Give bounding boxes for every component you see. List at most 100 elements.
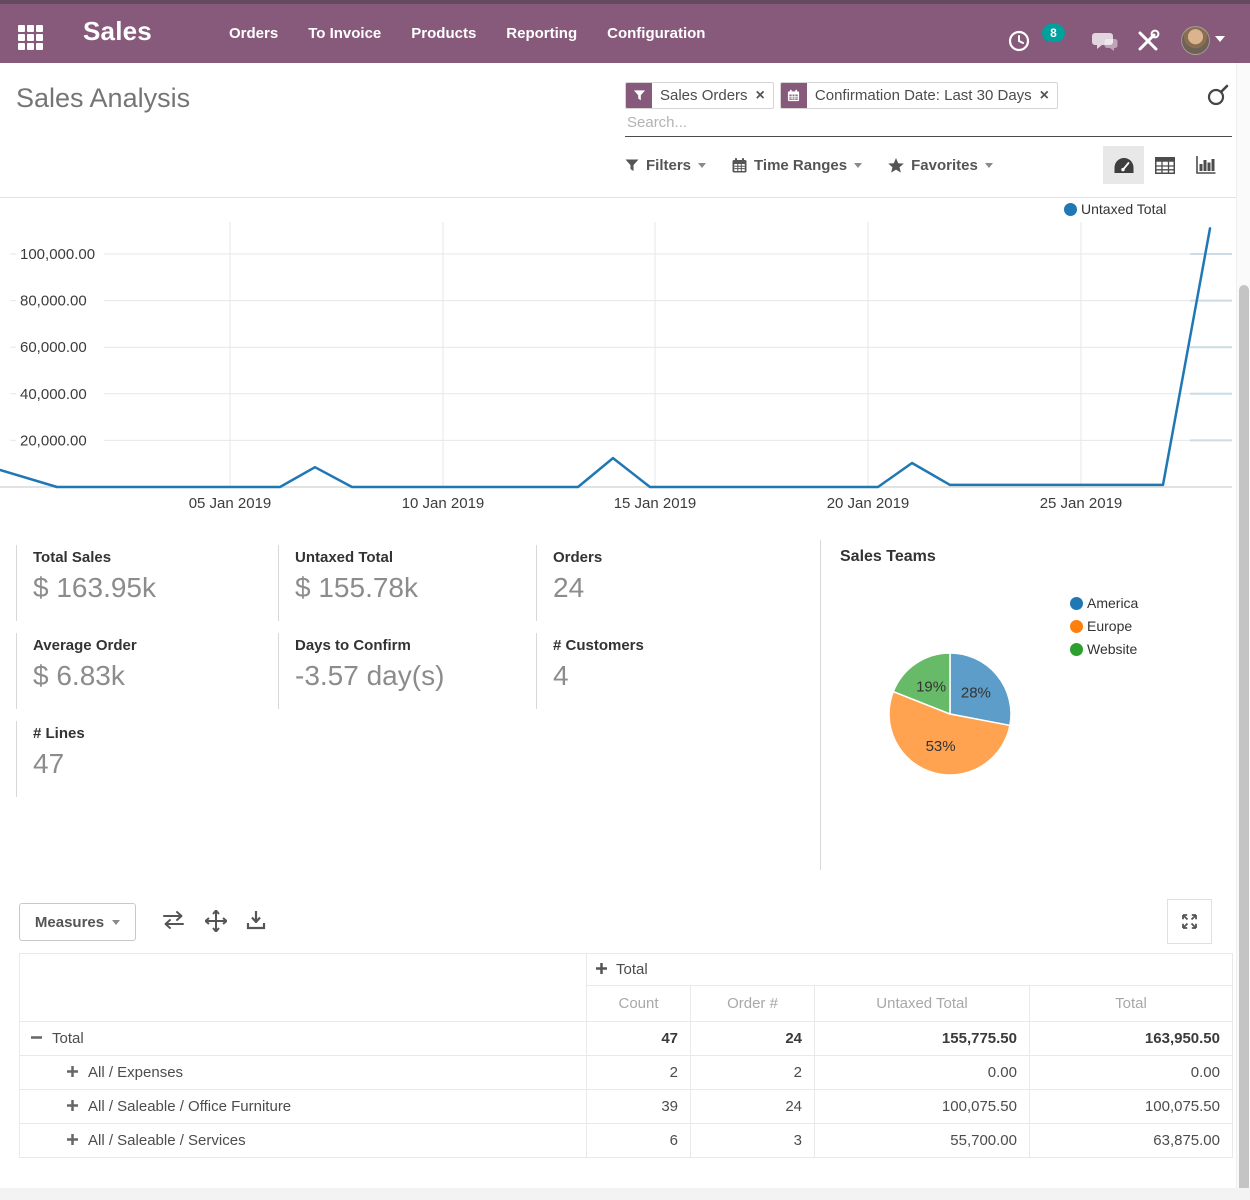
pivot-row-header[interactable]: Total: [20, 1022, 587, 1056]
facet-remove-icon[interactable]: ×: [754, 83, 773, 108]
kpi-label: # Customers: [553, 637, 782, 654]
pivot-row: All / Saleable / Services6355,700.0063,8…: [20, 1124, 1233, 1158]
pivot-cell[interactable]: 100,075.50: [815, 1090, 1030, 1124]
facet-chip[interactable]: Confirmation Date: Last 30 Days×: [780, 82, 1058, 109]
search-underline: [625, 136, 1232, 137]
tools-icon[interactable]: [1136, 29, 1160, 53]
kpi-card--customers[interactable]: # Customers4: [536, 633, 782, 709]
filters-dropdown[interactable]: Filters: [625, 157, 706, 174]
download-icon[interactable]: [246, 910, 266, 930]
pie-slice-label: 53%: [926, 738, 956, 755]
pivot-cell[interactable]: 0.00: [815, 1056, 1030, 1090]
kpi-label: Orders: [553, 549, 782, 566]
column-group-label: Total: [616, 961, 648, 978]
pivot-row-label: All / Expenses: [88, 1064, 183, 1081]
favorites-label: Favorites: [911, 157, 978, 174]
expand-all-icon[interactable]: [205, 910, 227, 932]
svg-text:100,000.00: 100,000.00: [20, 246, 95, 263]
dashboard-icon: [1113, 156, 1135, 175]
favorites-dropdown[interactable]: Favorites: [888, 157, 993, 174]
pivot-row: Total4724155,775.50163,950.50: [20, 1022, 1233, 1056]
expand-plus-icon[interactable]: [66, 1133, 79, 1146]
pivot-row-header[interactable]: All / Expenses: [20, 1056, 587, 1090]
activity-count-badge[interactable]: 8: [1042, 24, 1065, 42]
scrollbar-track[interactable]: [1236, 63, 1250, 1200]
kpi-card--lines[interactable]: # Lines47: [16, 721, 262, 797]
pivot-cell[interactable]: 24: [691, 1022, 815, 1056]
facet-remove-icon[interactable]: ×: [1038, 83, 1057, 108]
chevron-down-icon: [112, 920, 120, 925]
pivot-row-header[interactable]: All / Saleable / Office Furniture: [20, 1090, 587, 1124]
bottom-strip: [0, 1188, 1250, 1200]
kpi-card-average-order[interactable]: Average Order$ 6.83k: [16, 633, 262, 709]
view-button-graph[interactable]: [1185, 146, 1226, 184]
user-menu-caret-icon[interactable]: [1215, 36, 1225, 43]
svg-text:10 Jan 2019: 10 Jan 2019: [402, 495, 485, 512]
pivot-column-header[interactable]: Count: [587, 986, 691, 1022]
kpi-card-days-to-confirm[interactable]: Days to Confirm-3.57 day(s): [278, 633, 524, 709]
view-button-pivot[interactable]: [1144, 146, 1185, 184]
measures-button[interactable]: Measures: [19, 903, 136, 941]
pivot-cell[interactable]: 100,075.50: [1030, 1090, 1233, 1124]
nav-menu-orders[interactable]: Orders: [229, 25, 278, 42]
pie-legend-item-website[interactable]: Website: [1070, 641, 1138, 657]
bar-chart-icon: [1196, 156, 1216, 174]
pivot-cell[interactable]: 155,775.50: [815, 1022, 1030, 1056]
kpi-value: -3.57 day(s): [295, 660, 524, 692]
calendar-icon: [781, 83, 807, 108]
pivot-row-header[interactable]: All / Saleable / Services: [20, 1124, 587, 1158]
view-button-dashboard[interactable]: [1103, 146, 1144, 184]
filter-bar: Filters Time Ranges Favorites: [625, 151, 993, 179]
nav-menu-reporting[interactable]: Reporting: [506, 25, 577, 42]
pie-legend-item-america[interactable]: America: [1070, 595, 1138, 611]
messages-icon[interactable]: [1092, 29, 1120, 55]
kpi-label: # Lines: [33, 725, 262, 742]
facet-chip[interactable]: Sales Orders×: [625, 82, 774, 109]
kpi-section: Total Sales$ 163.95kUntaxed Total$ 155.7…: [0, 540, 1250, 880]
search-input[interactable]: [627, 111, 1187, 133]
pivot-cell[interactable]: 24: [691, 1090, 815, 1124]
apps-menu-icon[interactable]: [18, 25, 43, 50]
pivot-column-header[interactable]: Untaxed Total: [815, 986, 1030, 1022]
pie-slice-label: 28%: [961, 685, 991, 702]
pie-legend-item-europe[interactable]: Europe: [1070, 618, 1138, 634]
scrollbar-thumb[interactable]: [1239, 285, 1249, 1200]
pivot-cell[interactable]: 63,875.00: [1030, 1124, 1233, 1158]
pivot-cell[interactable]: 47: [587, 1022, 691, 1056]
kpi-card-total-sales[interactable]: Total Sales$ 163.95k: [16, 545, 262, 621]
app-name[interactable]: Sales: [83, 16, 152, 47]
pivot-cell[interactable]: 2: [587, 1056, 691, 1090]
pivot-cell[interactable]: 39: [587, 1090, 691, 1124]
pivot-cell[interactable]: 2: [691, 1056, 815, 1090]
facet-label: Sales Orders: [652, 83, 754, 108]
expand-arrows-icon: [1180, 912, 1199, 931]
svg-text:60,000.00: 60,000.00: [20, 339, 87, 356]
user-avatar[interactable]: [1181, 26, 1210, 55]
activities-clock-icon[interactable]: [1007, 29, 1031, 53]
nav-menu-to-invoice[interactable]: To Invoice: [308, 25, 381, 42]
search-magnifier-icon[interactable]: [1206, 84, 1230, 108]
collapse-minus-icon[interactable]: [30, 1031, 43, 1044]
kpi-card-orders[interactable]: Orders24: [536, 545, 782, 621]
pivot-cell[interactable]: 0.00: [1030, 1056, 1233, 1090]
pivot-cell[interactable]: 163,950.50: [1030, 1022, 1233, 1056]
nav-menu-configuration[interactable]: Configuration: [607, 25, 705, 42]
nav-menu-products[interactable]: Products: [411, 25, 476, 42]
pivot-cell[interactable]: 55,700.00: [815, 1124, 1030, 1158]
pivot-column-header[interactable]: Total: [1030, 986, 1233, 1022]
kpi-card-untaxed-total[interactable]: Untaxed Total$ 155.78k: [278, 545, 524, 621]
pivot-cell[interactable]: 3: [691, 1124, 815, 1158]
svg-text:15 Jan 2019: 15 Jan 2019: [614, 495, 697, 512]
expand-plus-icon[interactable]: [66, 1065, 79, 1078]
kpi-value: $ 6.83k: [33, 660, 262, 692]
pivot-table-icon: [1155, 157, 1175, 174]
pivot-column-header[interactable]: Order #: [691, 986, 815, 1022]
time-ranges-dropdown[interactable]: Time Ranges: [732, 157, 862, 174]
expand-window-button[interactable]: [1167, 899, 1212, 944]
expand-plus-icon[interactable]: [66, 1099, 79, 1112]
filters-label: Filters: [646, 157, 691, 174]
pivot-cell[interactable]: 6: [587, 1124, 691, 1158]
pivot-column-group[interactable]: Total: [587, 954, 1233, 986]
flip-axis-icon[interactable]: [162, 910, 185, 930]
sales-dashboard: Sales Orders To Invoice Products Reporting C…: [0, 0, 1250, 1200]
